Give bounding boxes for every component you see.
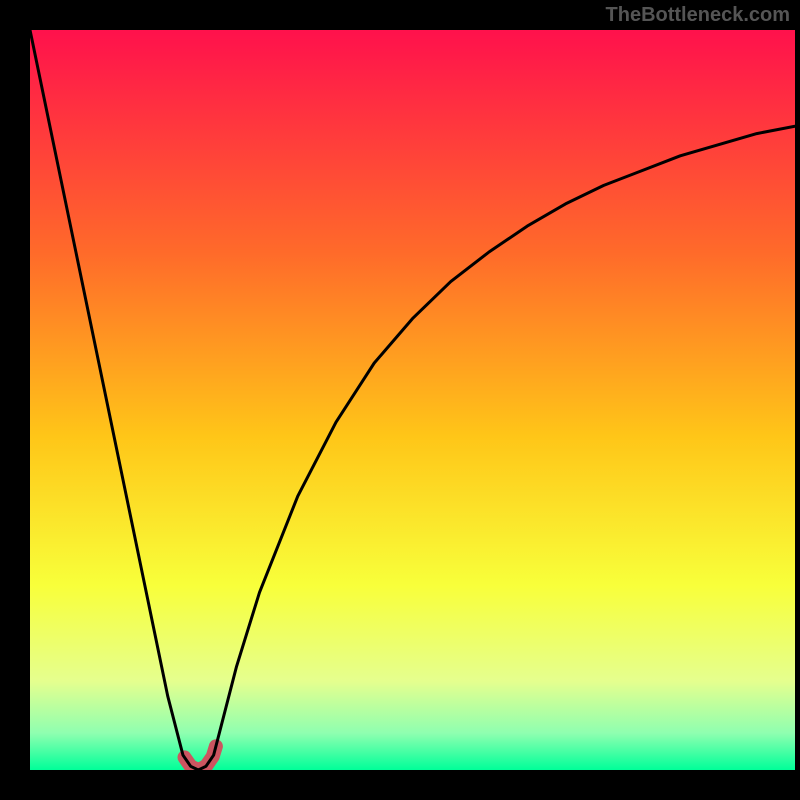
bottleneck-curve [30,30,795,770]
watermark-text: TheBottleneck.com [606,4,790,27]
plot-area [30,30,795,770]
curve-layer [30,30,795,770]
